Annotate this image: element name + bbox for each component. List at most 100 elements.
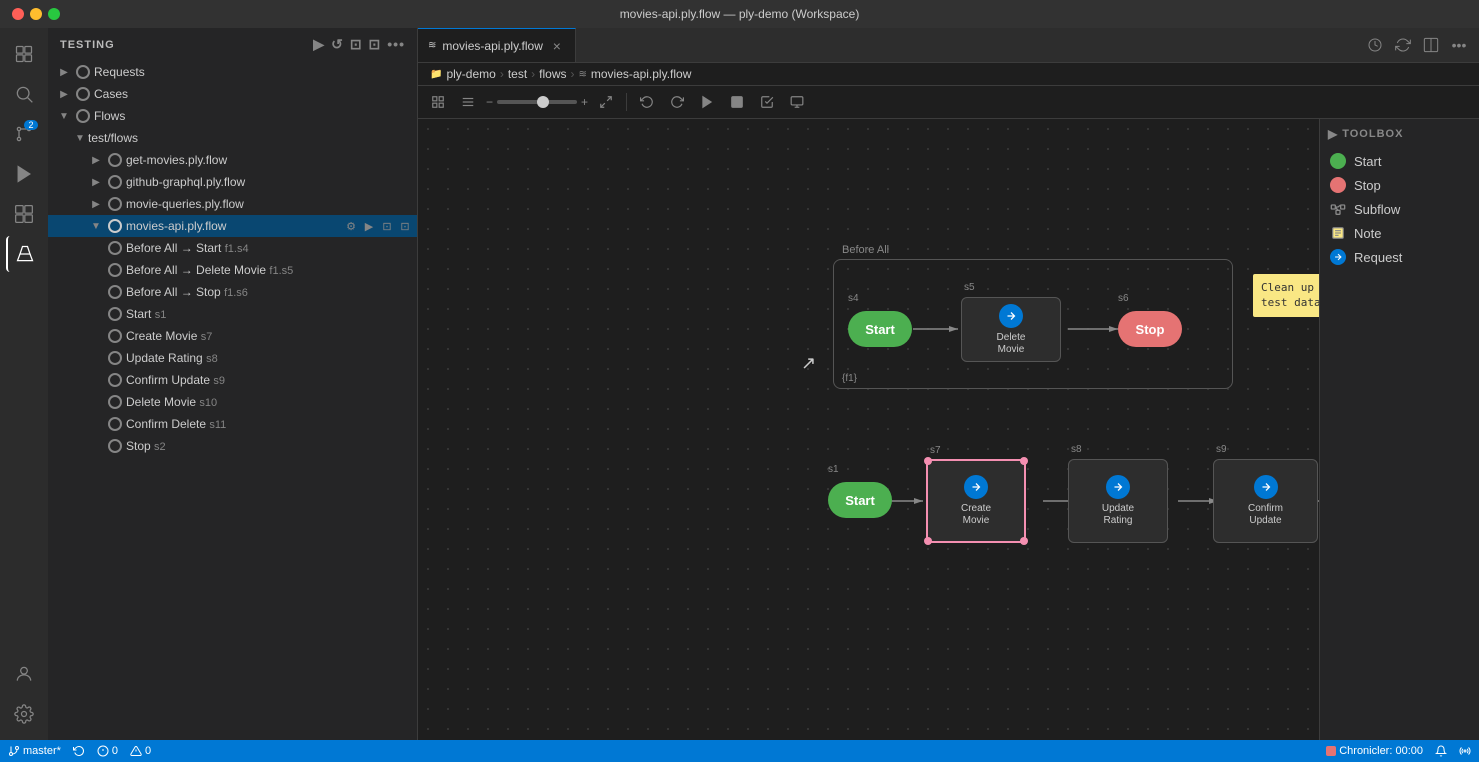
sidebar-item-confirm-delete[interactable]: Confirm Delete s11 bbox=[48, 413, 417, 435]
titlebar: movies-api.ply.flow — ply-demo (Workspac… bbox=[0, 0, 1479, 28]
sidebar-item-before-all-start[interactable]: Before All → Start f1.s4 bbox=[48, 237, 417, 259]
explorer-icon[interactable] bbox=[6, 36, 42, 72]
test-icon[interactable] bbox=[6, 236, 42, 272]
toolbox-item-subflow[interactable]: Subflow bbox=[1328, 197, 1471, 221]
flow-canvas[interactable]: Before All {f1} Start s4 s5 bbox=[418, 119, 1319, 740]
node-id-s4: s4 bbox=[848, 293, 859, 304]
search-icon[interactable] bbox=[6, 76, 42, 112]
zoom-in-icon[interactable]: + bbox=[581, 95, 588, 109]
zoom-out-icon[interactable]: − bbox=[486, 95, 493, 109]
close-button[interactable] bbox=[12, 8, 24, 20]
run-icon[interactable]: ▶ bbox=[361, 218, 377, 234]
toolbox-item-note[interactable]: Note bbox=[1328, 221, 1471, 245]
node-id-s6: s6 bbox=[1118, 293, 1129, 304]
view-icon[interactable]: ⊡ bbox=[369, 36, 382, 53]
item-circle bbox=[108, 307, 122, 321]
sidebar-item-label: Before All → Stop f1.s6 bbox=[126, 285, 417, 299]
more-actions-icon[interactable]: ••• bbox=[1447, 33, 1471, 57]
split-editor-icon[interactable] bbox=[1419, 33, 1443, 57]
sidebar-item-update-rating[interactable]: Update Rating s8 bbox=[48, 347, 417, 369]
sync-status[interactable] bbox=[73, 745, 85, 757]
breadcrumb-sep: › bbox=[571, 67, 575, 81]
status-right: Chronicler: 00:00 bbox=[1326, 745, 1471, 757]
breadcrumb-file[interactable]: movies-api.ply.flow bbox=[591, 67, 691, 81]
submit-icon[interactable] bbox=[755, 90, 779, 114]
sidebar-item-confirm-update[interactable]: Confirm Update s9 bbox=[48, 369, 417, 391]
sidebar-item-label: movie-queries.ply.flow bbox=[126, 197, 417, 211]
toolbox-item-stop[interactable]: Stop bbox=[1328, 173, 1471, 197]
node-s5-delete-movie[interactable]: s5 DeleteMovie bbox=[961, 297, 1061, 362]
breadcrumb-flows[interactable]: flows bbox=[539, 67, 566, 81]
sidebar-item-flows[interactable]: ▼ Flows bbox=[48, 105, 417, 127]
sidebar-item-create-movie[interactable]: Create Movie s7 bbox=[48, 325, 417, 347]
node-s4-start[interactable]: Start bbox=[848, 311, 912, 347]
sidebar-item-start[interactable]: Start s1 bbox=[48, 303, 417, 325]
view-results-icon[interactable] bbox=[785, 90, 809, 114]
breadcrumb-test[interactable]: test bbox=[508, 67, 527, 81]
more-icon[interactable]: ••• bbox=[387, 36, 405, 53]
sidebar-item-delete-movie[interactable]: Delete Movie s10 bbox=[48, 391, 417, 413]
toolbox-expand-icon[interactable]: ▶ bbox=[1328, 127, 1338, 141]
list-view-icon[interactable] bbox=[456, 90, 480, 114]
redo-icon[interactable] bbox=[665, 90, 689, 114]
tab-icon: ≋ bbox=[428, 40, 436, 51]
git-branch[interactable]: master* bbox=[8, 745, 61, 757]
sidebar-item-before-all-stop[interactable]: Before All → Stop f1.s6 bbox=[48, 281, 417, 303]
undo-icon[interactable] bbox=[635, 90, 659, 114]
sidebar-item-test-flows[interactable]: ▼ test/flows bbox=[48, 127, 417, 149]
toolbox-item-label: Start bbox=[1354, 154, 1381, 169]
split-icon[interactable]: ⊡ bbox=[397, 218, 413, 234]
sync-icon[interactable] bbox=[1391, 33, 1415, 57]
run-debug-icon[interactable] bbox=[6, 156, 42, 192]
node-s6-stop[interactable]: Stop bbox=[1118, 311, 1182, 347]
warnings-count[interactable]: 0 bbox=[130, 745, 151, 757]
sidebar-item-movies-api[interactable]: ▼ movies-api.ply.flow ⚙ ▶ ⊡ ⊡ bbox=[48, 215, 417, 237]
sidebar-item-requests[interactable]: ▶ Requests bbox=[48, 61, 417, 83]
sidebar-item-get-movies[interactable]: ▶ get-movies.ply.flow bbox=[48, 149, 417, 171]
node-s8-update-rating[interactable]: s8 UpdateRating bbox=[1068, 459, 1168, 543]
chronicler-label: Chronicler: 00:00 bbox=[1339, 745, 1423, 757]
node-s7-create-movie[interactable]: s7 CreateMovie bbox=[926, 459, 1026, 543]
item-circle bbox=[108, 373, 122, 387]
start-dot-icon bbox=[1330, 153, 1346, 169]
broadcast-icon[interactable] bbox=[1459, 745, 1471, 757]
account-icon[interactable] bbox=[6, 656, 42, 692]
sidebar-item-label: github-graphql.ply.flow bbox=[126, 175, 417, 189]
grid-view-icon[interactable] bbox=[426, 90, 450, 114]
status-bar: master* 0 0 Chronicler: 00:00 bbox=[0, 740, 1479, 762]
zoom-control[interactable]: − + bbox=[486, 95, 588, 109]
sidebar-item-stop[interactable]: Stop s2 bbox=[48, 435, 417, 457]
run-all-icon[interactable]: ▶ bbox=[313, 36, 325, 53]
sidebar-item-label: Delete Movie s10 bbox=[126, 395, 417, 409]
refresh-icon[interactable]: ↺ bbox=[331, 36, 344, 53]
minimize-button[interactable] bbox=[30, 8, 42, 20]
node-s9-confirm-update[interactable]: s9 ConfirmUpdate bbox=[1213, 459, 1318, 543]
sidebar-item-before-all-delete[interactable]: Before All → Delete Movie f1.s5 bbox=[48, 259, 417, 281]
tab-close-button[interactable]: × bbox=[549, 38, 565, 54]
maximize-button[interactable] bbox=[48, 8, 60, 20]
item-circle bbox=[76, 109, 90, 123]
tab-movies-api[interactable]: ≋ movies-api.ply.flow × bbox=[418, 28, 576, 62]
node-label: CreateMovie bbox=[961, 503, 991, 527]
node-s1-start[interactable]: Start bbox=[828, 482, 892, 518]
breadcrumb-ply-demo[interactable]: ply-demo bbox=[446, 67, 495, 81]
fit-icon[interactable] bbox=[594, 90, 618, 114]
stop-flow-icon[interactable] bbox=[725, 90, 749, 114]
sidebar-item-github-graphql[interactable]: ▶ github-graphql.ply.flow bbox=[48, 171, 417, 193]
source-control-icon[interactable]: 2 bbox=[6, 116, 42, 152]
notification-icon[interactable] bbox=[1435, 745, 1447, 757]
collapse-icon[interactable]: ⊡ bbox=[350, 36, 363, 53]
view-icon[interactable]: ⊡ bbox=[379, 218, 395, 234]
extensions-icon[interactable] bbox=[6, 196, 42, 232]
errors-count[interactable]: 0 bbox=[97, 745, 118, 757]
item-circle bbox=[108, 197, 122, 211]
run-flow-icon[interactable] bbox=[695, 90, 719, 114]
sidebar-item-cases[interactable]: ▶ Cases bbox=[48, 83, 417, 105]
history-icon[interactable] bbox=[1363, 33, 1387, 57]
toolbox-item-request[interactable]: Request bbox=[1328, 245, 1471, 269]
settings-icon[interactable] bbox=[6, 696, 42, 732]
configure-icon[interactable]: ⚙ bbox=[343, 218, 359, 234]
toolbox-item-start[interactable]: Start bbox=[1328, 149, 1471, 173]
sidebar-item-label: Flows bbox=[94, 109, 417, 123]
sidebar-item-movie-queries[interactable]: ▶ movie-queries.ply.flow bbox=[48, 193, 417, 215]
